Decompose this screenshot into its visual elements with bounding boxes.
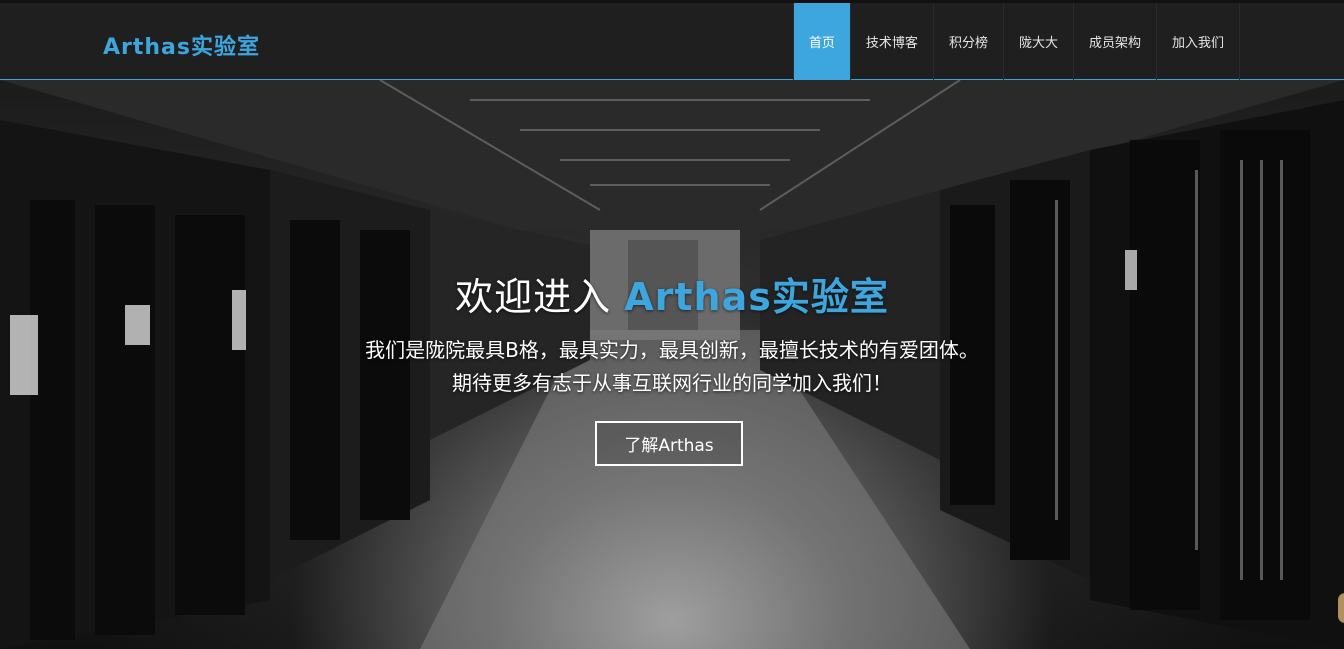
server-room-background-image (0, 80, 1344, 649)
main-nav: 首页 技术博客 积分榜 陇大大 成员架构 加入我们 (792, 3, 1240, 80)
site-logo[interactable]: Arthas实验室 (103, 29, 260, 61)
top-navbar: Arthas实验室 首页 技术博客 积分榜 陇大大 成员架构 加入我们 (0, 0, 1344, 80)
hero-title-brand: Arthas实验室 (624, 275, 889, 319)
hero-tagline-1: 我们是陇院最具B格，最具实力，最具创新，最擅长技术的有爱团体。 (365, 338, 979, 362)
learn-more-button[interactable]: 了解Arthas (595, 421, 743, 466)
hero-title: 欢迎进入 Arthas实验室 (0, 274, 1344, 320)
hero-title-prefix: 欢迎进入 (455, 275, 625, 319)
nav-item-members[interactable]: 成员架构 (1072, 3, 1156, 80)
hero-tagline-2: 期待更多有志于从事互联网行业的同学加入我们！ (452, 371, 892, 395)
nav-item-tech-blog[interactable]: 技术博客 (849, 3, 933, 80)
hero-banner: 欢迎进入 Arthas实验室 我们是陇院最具B格，最具实力，最具创新，最擅长技术… (0, 80, 1344, 649)
floating-side-widget[interactable] (1338, 593, 1344, 623)
nav-item-home[interactable]: 首页 (792, 3, 850, 80)
nav-item-longdada[interactable]: 陇大大 (1002, 3, 1073, 80)
nav-item-join-us[interactable]: 加入我们 (1155, 3, 1240, 80)
nav-item-leaderboard[interactable]: 积分榜 (932, 3, 1003, 80)
